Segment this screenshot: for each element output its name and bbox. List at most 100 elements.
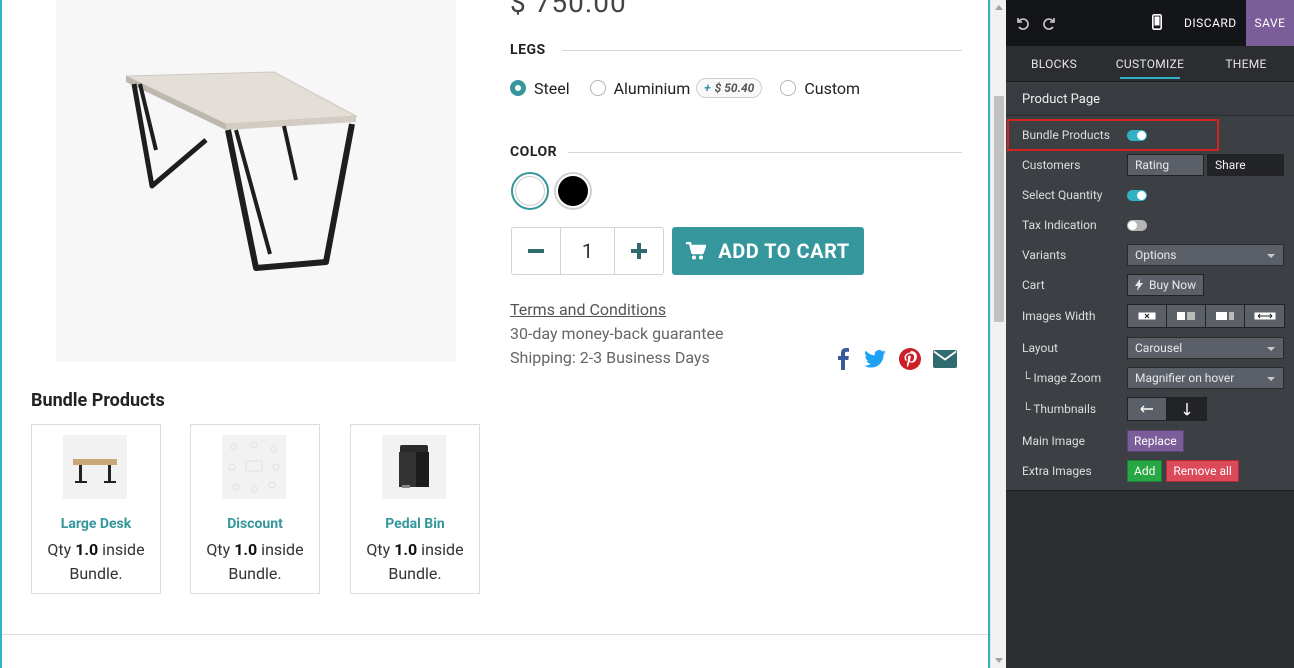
preview-scrollbar[interactable] — [990, 0, 1006, 668]
bundle-products-toggle[interactable] — [1127, 129, 1147, 141]
editor-topbar: DISCARD SAVE — [1006, 0, 1294, 46]
option-extra-images: Extra Images Add Remove all — [1006, 458, 1294, 484]
color-title: COLOR — [510, 144, 558, 160]
remove-all-button[interactable]: Remove all — [1166, 460, 1239, 482]
bolt-icon — [1135, 279, 1143, 291]
plus-button[interactable] — [615, 228, 663, 274]
option-label: Select Quantity — [1022, 188, 1103, 202]
quantity-input[interactable]: 1 — [560, 228, 615, 274]
customers-rating-button[interactable]: Rating — [1127, 154, 1204, 176]
legs-options: Steel Aluminium + $ 50.40 Custom — [510, 78, 874, 98]
scroll-thumb[interactable] — [994, 96, 1004, 322]
tab-theme[interactable]: THEME — [1198, 46, 1294, 81]
bundle-item-name[interactable]: Discount — [191, 516, 319, 532]
radio-aluminium[interactable] — [589, 80, 606, 96]
width-full-icon[interactable] — [1245, 305, 1284, 327]
add-to-cart-label: ADD TO CART — [718, 239, 850, 263]
terms-link[interactable]: Terms and Conditions — [510, 300, 666, 319]
image-zoom-select[interactable]: Magnifier on hover — [1127, 367, 1284, 389]
legs-option-aluminium[interactable]: Aluminium — [614, 79, 691, 98]
legs-option-steel[interactable]: Steel — [534, 79, 570, 98]
editor-tabs: BLOCKS CUSTOMIZE THEME — [1006, 46, 1294, 82]
thumbnails-segmented — [1127, 397, 1207, 421]
option-label: Main Image — [1022, 434, 1085, 448]
undo-icon[interactable] — [1008, 0, 1036, 46]
scroll-down-icon[interactable] — [995, 658, 1003, 663]
panel-empty-area — [1006, 490, 1294, 668]
width-66-icon[interactable] — [1206, 305, 1245, 327]
legs-option-custom[interactable]: Custom — [804, 79, 860, 98]
tab-customize[interactable]: CUSTOMIZE — [1102, 46, 1198, 81]
product-image[interactable] — [56, 0, 456, 362]
legs-title: LEGS — [510, 42, 546, 58]
shipping-text: Shipping: 2-3 Business Days — [510, 348, 710, 367]
tab-blocks[interactable]: BLOCKS — [1006, 46, 1102, 81]
arrow-down-icon[interactable] — [1167, 398, 1206, 420]
scroll-up-icon[interactable] — [995, 5, 1003, 10]
option-label: Extra Images — [1022, 464, 1092, 478]
option-label: └ Thumbnails — [1022, 402, 1097, 416]
minus-button[interactable] — [512, 228, 560, 274]
plus-icon — [631, 243, 647, 259]
aluminium-extra-price-badge: + $ 50.40 — [696, 78, 763, 98]
radio-steel[interactable] — [510, 80, 526, 96]
add-image-button[interactable]: Add — [1127, 460, 1163, 482]
bundle-card[interactable]: Large Desk Qty 1.0 inside Bundle. — [31, 424, 161, 594]
width-none-icon[interactable] — [1128, 305, 1167, 327]
images-width-segmented — [1127, 304, 1285, 328]
save-button[interactable]: SAVE — [1246, 0, 1294, 46]
bundle-item-name[interactable]: Large Desk — [32, 516, 160, 532]
option-label: Customers — [1022, 158, 1081, 172]
bundle-card[interactable]: Discount Qty 1.0 inside Bundle. — [190, 424, 320, 594]
email-icon[interactable] — [932, 346, 958, 372]
option-variants: Variants Options — [1006, 242, 1294, 268]
buy-now-button[interactable]: Buy Now — [1127, 274, 1205, 296]
option-cart: Cart Buy Now — [1006, 272, 1294, 298]
customers-share-button[interactable]: Share — [1207, 154, 1284, 176]
legs-divider — [562, 50, 962, 51]
color-swatch-white[interactable] — [511, 172, 549, 210]
guarantee-text: 30-day money-back guarantee — [510, 324, 724, 343]
option-label: Bundle Products — [1022, 128, 1110, 142]
black-color-dot — [558, 176, 588, 206]
option-bundle-products: Bundle Products — [1006, 122, 1294, 148]
option-main-image: Main Image Replace — [1006, 428, 1294, 454]
option-select-quantity: Select Quantity — [1006, 182, 1294, 208]
option-images-width: Images Width — [1006, 303, 1294, 329]
bundle-card[interactable]: Pedal Bin Qty 1.0 inside Bundle. — [350, 424, 480, 594]
variants-select[interactable]: Options — [1127, 244, 1284, 266]
select-quantity-toggle[interactable] — [1127, 189, 1147, 201]
option-label: Cart — [1022, 278, 1045, 292]
bundle-item-name[interactable]: Pedal Bin — [351, 516, 479, 532]
pinterest-icon[interactable] — [897, 346, 923, 372]
bundle-item-qty: Qty 1.0 inside Bundle. — [206, 540, 304, 583]
plus-sign: + — [704, 81, 711, 95]
facebook-icon[interactable] — [830, 346, 856, 372]
redo-icon[interactable] — [1036, 0, 1064, 46]
editor-panel: DISCARD SAVE BLOCKS CUSTOMIZE THEME Prod… — [1006, 0, 1294, 668]
replace-button[interactable]: Replace — [1127, 430, 1184, 452]
minus-icon — [528, 249, 544, 253]
layout-select[interactable]: Carousel — [1127, 337, 1284, 359]
cart-icon — [686, 242, 707, 260]
twitter-icon[interactable] — [862, 346, 888, 372]
bundle-item-qty: Qty 1.0 inside Bundle. — [47, 540, 145, 583]
color-swatch-black[interactable] — [554, 172, 592, 210]
large-desk-image — [63, 435, 127, 499]
tax-indication-toggle[interactable] — [1127, 219, 1147, 231]
option-tax-indication: Tax Indication — [1006, 212, 1294, 238]
website-preview: $ 750.00 LEGS Steel Aluminium + $ 50.40 C… — [0, 0, 990, 668]
mobile-preview-icon[interactable] — [1152, 14, 1162, 33]
option-label: Images Width — [1022, 309, 1096, 323]
bundle-item-qty: Qty 1.0 inside Bundle. — [366, 540, 464, 583]
option-thumbnails: └ Thumbnails — [1006, 396, 1294, 422]
white-color-dot — [515, 176, 545, 206]
arrow-left-icon[interactable] — [1128, 398, 1167, 420]
option-layout: Layout Carousel — [1006, 335, 1294, 361]
radio-custom[interactable] — [780, 80, 797, 96]
add-to-cart-button[interactable]: ADD TO CART — [672, 227, 864, 275]
option-label: Variants — [1022, 248, 1067, 262]
width-50-icon[interactable] — [1167, 305, 1206, 327]
discard-button[interactable]: DISCARD — [1184, 0, 1237, 46]
discount-image — [222, 435, 286, 499]
